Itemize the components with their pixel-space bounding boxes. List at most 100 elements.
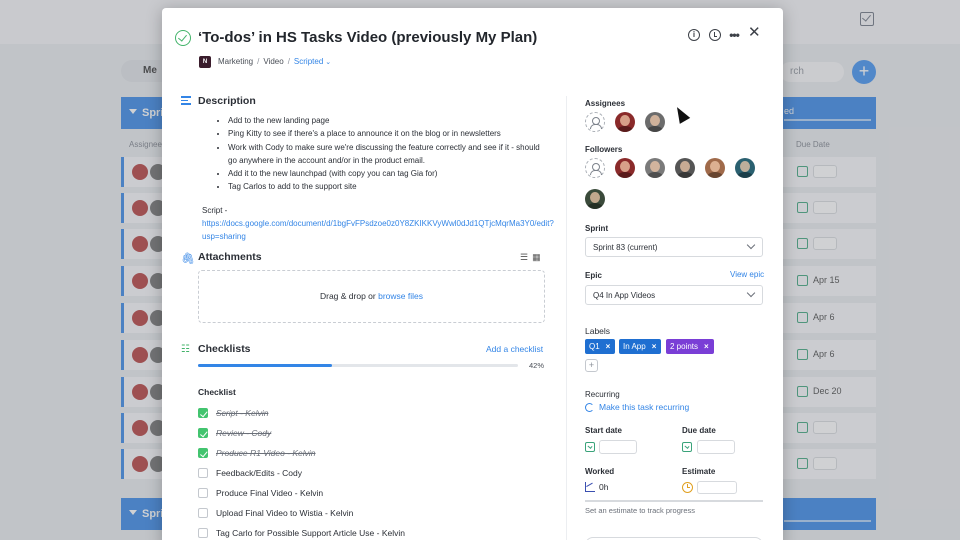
estimate-hint: Set an estimate to track progress xyxy=(585,506,696,515)
add-checklist-link[interactable]: Add a checklist xyxy=(486,344,543,354)
list-item: Add to the new landing page xyxy=(228,114,546,127)
list-item: Tag Carlos to add to the support site xyxy=(228,180,546,193)
status-dropdown[interactable]: Scripted xyxy=(294,57,323,66)
estimate-label: Estimate xyxy=(682,467,716,476)
avatar[interactable] xyxy=(615,158,635,178)
due-date-label: Due date xyxy=(682,426,716,435)
avatar[interactable] xyxy=(645,158,665,178)
checklist-item-text: Feedback/Edits - Cody xyxy=(216,468,302,478)
label-tag-text: 2 points xyxy=(670,342,699,351)
description-title: Description xyxy=(198,95,256,107)
label-tag-text: Q1 xyxy=(589,342,600,351)
checklist-item[interactable]: Upload Final Video to Wistia - Kelvin xyxy=(198,506,353,520)
breadcrumb-separator: / xyxy=(257,57,260,66)
checklist-item-text: Tag Carlo for Possible Support Article U… xyxy=(216,528,405,538)
epic-label: Epic xyxy=(585,271,602,280)
description-body[interactable]: Add to the new landing page Ping Kitty t… xyxy=(216,114,546,194)
checkbox[interactable] xyxy=(198,508,208,518)
checklist-icon: ☷ xyxy=(181,344,190,355)
checkbox[interactable] xyxy=(198,428,208,438)
sprint-select-value: Sprint 83 (current) xyxy=(593,243,658,252)
chevron-down-icon xyxy=(746,288,756,298)
checklist-item-text: Produce R1 Video - Kelvin xyxy=(216,448,316,458)
avatar[interactable] xyxy=(675,158,695,178)
checkbox[interactable] xyxy=(198,468,208,478)
sprint-label: Sprint xyxy=(585,224,609,233)
avatar[interactable] xyxy=(645,112,665,132)
label-tag[interactable]: In App × xyxy=(619,339,662,354)
breadcrumb-item[interactable]: Video xyxy=(263,57,283,66)
chart-icon xyxy=(585,482,595,492)
due-date-input[interactable] xyxy=(697,440,735,454)
recurring-label: Recurring xyxy=(585,390,620,399)
calendar-icon xyxy=(682,442,692,452)
dropzone-text: Drag & drop or xyxy=(319,291,379,301)
remove-label-icon[interactable]: × xyxy=(606,342,611,351)
avatar[interactable] xyxy=(735,158,755,178)
add-follower-icon[interactable] xyxy=(585,158,605,178)
checkbox[interactable] xyxy=(198,448,208,458)
make-recurring-link[interactable]: Make this task recurring xyxy=(585,402,689,412)
avatar[interactable] xyxy=(705,158,725,178)
assignees-label: Assignees xyxy=(585,99,626,108)
checklist-item[interactable]: Tag Carlo for Possible Support Article U… xyxy=(198,526,405,540)
attachment-view-toggle[interactable]: ☰▦ xyxy=(520,252,545,263)
clock-icon[interactable] xyxy=(709,29,721,41)
script-link[interactable]: https://docs.google.com/document/d/1bgFv… xyxy=(202,219,554,241)
label-tag[interactable]: 2 points × xyxy=(666,339,714,354)
checklist-item[interactable]: Feedback/Edits - Cody xyxy=(198,466,302,480)
task-detail-modal: ‘To-dos’ in HS Tasks Video (previously M… xyxy=(162,8,783,540)
checklist-item-text: Script - Kelvin xyxy=(216,408,269,418)
checklist-item[interactable]: Produce R1 Video - Kelvin xyxy=(198,446,316,460)
epic-select-value: Q4 In App Videos xyxy=(593,291,656,300)
add-label-button[interactable]: + xyxy=(585,359,598,372)
attachment-dropzone[interactable]: Drag & drop or browse files xyxy=(198,270,545,323)
checklist-item[interactable]: Produce Final Video - Kelvin xyxy=(198,486,323,500)
avatar[interactable] xyxy=(615,112,635,132)
close-icon[interactable]: ✕ xyxy=(748,25,761,40)
checklist-subtitle[interactable]: Checklist xyxy=(198,387,236,397)
make-recurring-text: Make this task recurring xyxy=(599,402,690,412)
checklists-title: Checklists xyxy=(198,343,251,355)
estimate-input[interactable] xyxy=(697,481,737,494)
timer-icon xyxy=(682,482,693,493)
checklist-progress-label: 42% xyxy=(529,361,545,370)
browse-files-link[interactable]: browse files xyxy=(378,291,423,301)
remove-label-icon[interactable]: × xyxy=(652,342,657,351)
add-assignee-icon[interactable] xyxy=(585,112,605,132)
complete-task-icon[interactable] xyxy=(175,30,191,46)
list-view-icon[interactable]: ☰ xyxy=(520,252,532,262)
view-epic-link[interactable]: View epic xyxy=(730,270,764,279)
label-tag[interactable]: Q1 × xyxy=(585,339,616,354)
start-date-input[interactable] xyxy=(599,440,637,454)
more-icon[interactable]: ••• xyxy=(728,29,740,41)
repeat-icon xyxy=(585,402,594,412)
checklist-item[interactable]: Script - Kelvin xyxy=(198,406,268,420)
followers-label: Followers xyxy=(585,145,623,154)
checkbox[interactable] xyxy=(198,488,208,498)
attachments-title: Attachments xyxy=(198,251,262,263)
avatar[interactable] xyxy=(585,189,605,209)
worked-value: 0h xyxy=(599,482,609,492)
list-item: Work with Cody to make sure we're discus… xyxy=(228,141,546,168)
checkbox[interactable] xyxy=(198,408,208,418)
worked-label: Worked xyxy=(585,467,615,476)
start-date-label: Start date xyxy=(585,426,622,435)
task-title[interactable]: ‘To-dos’ in HS Tasks Video (previously M… xyxy=(198,29,537,46)
sprint-select[interactable]: Sprint 83 (current) xyxy=(585,237,763,257)
list-item: Add it to the new launchpad (with copy y… xyxy=(228,167,546,180)
epic-select[interactable]: Q4 In App Videos xyxy=(585,285,763,305)
script-label: Script - xyxy=(202,206,228,215)
grid-view-icon[interactable]: ▦ xyxy=(532,252,545,262)
checkbox[interactable] xyxy=(198,528,208,538)
breadcrumb-separator: / xyxy=(287,57,290,66)
checklist-item-text: Produce Final Video - Kelvin xyxy=(216,488,324,498)
calendar-icon xyxy=(585,442,595,452)
column-divider xyxy=(566,96,567,540)
checklist-progress-fill xyxy=(198,364,333,367)
list-item: Ping Kitty to see if there's a place to … xyxy=(228,127,546,140)
info-icon[interactable]: i xyxy=(688,29,700,41)
checklist-item[interactable]: Review - Cody xyxy=(198,426,271,440)
remove-label-icon[interactable]: × xyxy=(704,342,709,351)
breadcrumb-item[interactable]: Marketing xyxy=(218,57,253,66)
